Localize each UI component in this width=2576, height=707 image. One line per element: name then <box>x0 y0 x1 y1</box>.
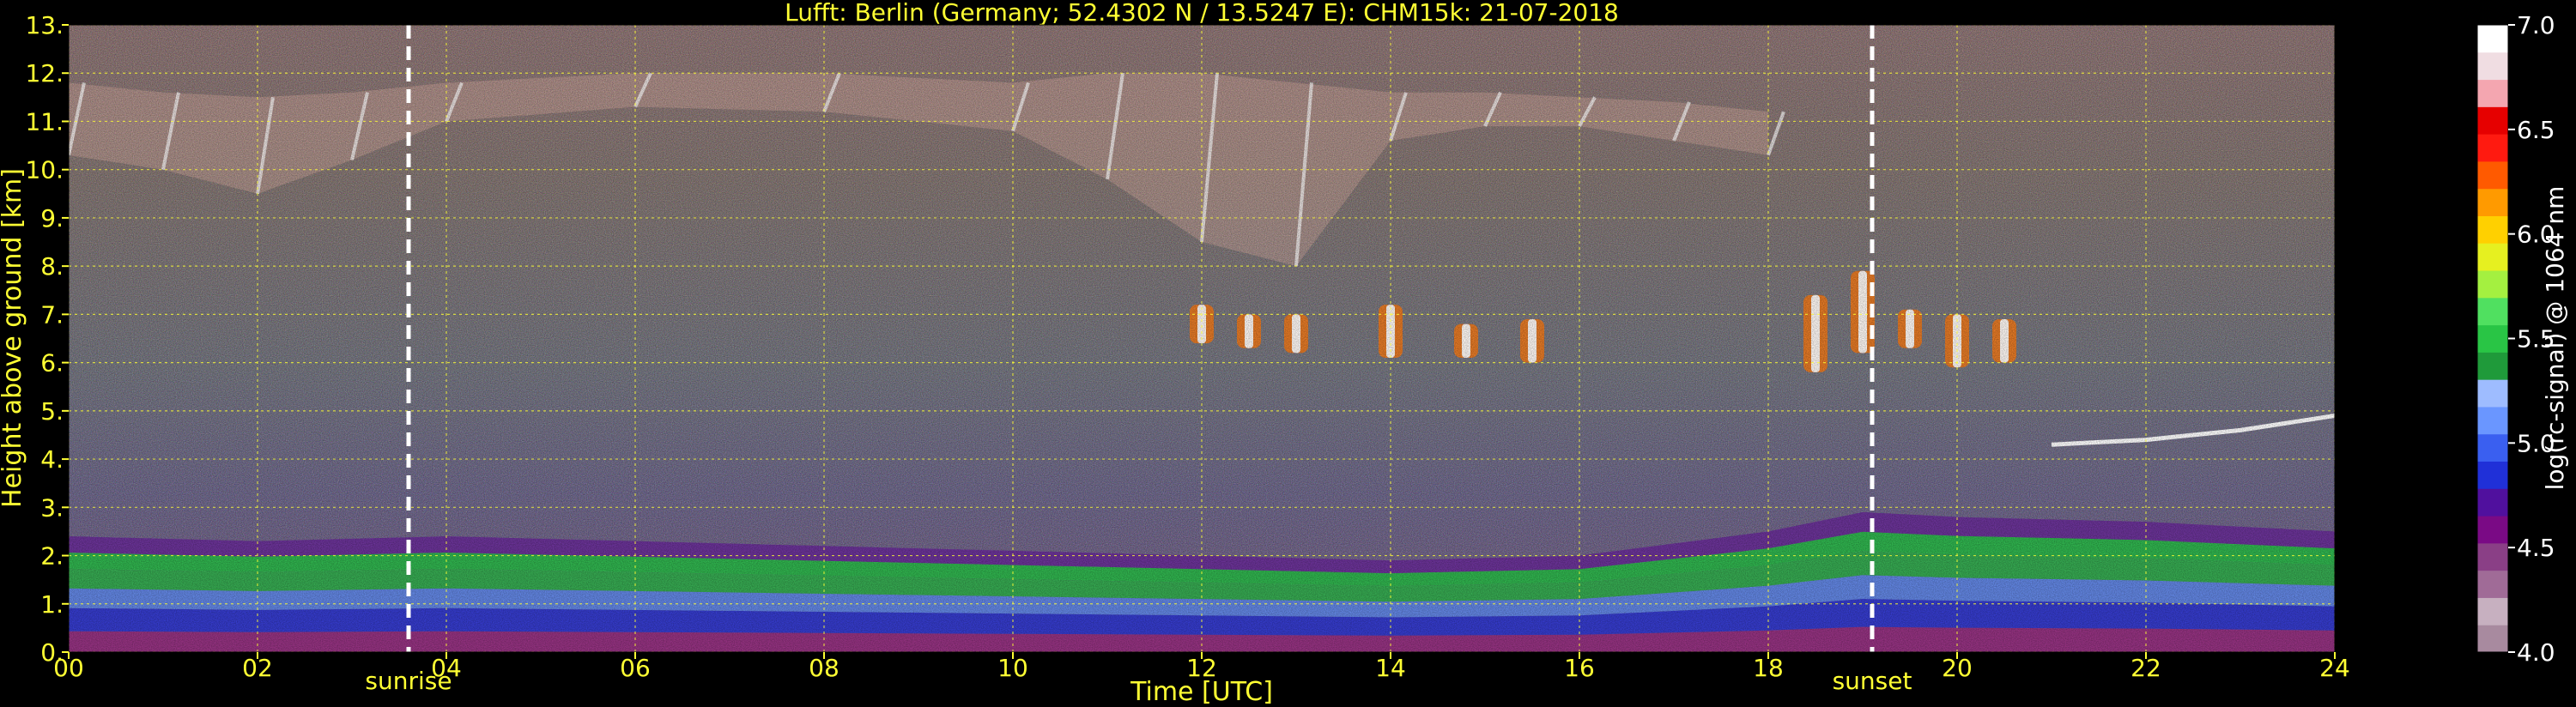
colorbar-segment <box>2477 625 2508 653</box>
colorbar-segment <box>2477 570 2508 598</box>
y-tick-label: 0. <box>40 638 64 667</box>
colorbar-segment <box>2477 134 2508 162</box>
colorbar-segment <box>2477 406 2508 435</box>
colorbar-segment <box>2477 79 2508 107</box>
y-tick-label: 9. <box>40 204 64 233</box>
y-tick-label: 10. <box>25 156 64 184</box>
y-tick-label: 7. <box>40 300 64 329</box>
colorbar-segment <box>2477 542 2508 571</box>
x-tick-label: 20 <box>1942 654 1973 682</box>
colorbar-segment <box>2477 270 2508 299</box>
colorbar-segment <box>2477 352 2508 380</box>
colorbar-segment <box>2477 160 2508 190</box>
y-axis: 0. 1. 2. 3. 4. 5. 6. 7. 8. 9. 10. 11. 12. 13. <box>25 11 69 667</box>
y-tick-label: 8. <box>40 252 64 281</box>
y-tick-label: 5. <box>40 397 64 426</box>
y-tick-label: 3. <box>40 493 64 522</box>
y-tick-label: 12. <box>25 59 64 88</box>
y-tick-label: 13. <box>25 11 64 39</box>
colorbar-segment <box>2477 106 2508 135</box>
x-tick-label: 18 <box>1753 654 1784 682</box>
colorbar-segment <box>2477 297 2508 326</box>
x-tick-label: 22 <box>2131 654 2161 682</box>
colorbar-tick-label: 7.0 <box>2517 11 2555 39</box>
event-label-sunset: sunset <box>1833 667 1912 695</box>
chart-title: Lufft: Berlin (Germany; 52.4302 N / 13.5… <box>785 0 1619 27</box>
x-tick-label: 02 <box>242 654 273 682</box>
colorbar-segment <box>2477 188 2508 216</box>
colorbar-segment <box>2477 324 2508 353</box>
y-tick-label: 2. <box>40 542 64 571</box>
y-tick-label: 11. <box>25 107 64 136</box>
colorbar-segment <box>2477 461 2508 489</box>
colorbar-segment <box>2477 243 2508 271</box>
y-tick-label: 4. <box>40 445 64 474</box>
ceilometer-chart: Lufft: Berlin (Germany; 52.4302 N / 13.5… <box>0 0 2569 707</box>
x-axis-label: Time [UTC] <box>1130 677 1273 707</box>
y-tick-label: 6. <box>40 349 64 378</box>
colorbar-segment <box>2477 516 2508 544</box>
x-tick-label: 10 <box>997 654 1028 682</box>
colorbar-tick-label: 4.0 <box>2517 638 2555 667</box>
colorbar-segment <box>2477 25 2508 53</box>
x-tick-label: 14 <box>1375 654 1406 682</box>
colorbar-tick-label: 6.5 <box>2517 116 2555 144</box>
y-axis-label: Height above ground [km] <box>0 168 27 508</box>
x-tick-label: 08 <box>809 654 839 682</box>
y-tick-label: 1. <box>40 590 64 619</box>
colorbar-segment <box>2477 597 2508 625</box>
colorbar-segment <box>2477 488 2508 517</box>
colorbar-segment <box>2477 51 2508 81</box>
colorbar-segment <box>2477 433 2508 462</box>
x-tick-label: 24 <box>2319 654 2350 682</box>
colorbar-tick-label: 4.5 <box>2517 534 2555 562</box>
colorbar-label: log(rc-signal) @ 1064 nm <box>2541 186 2569 491</box>
x-tick-label: 16 <box>1564 654 1595 682</box>
x-tick-label: 06 <box>620 654 651 682</box>
colorbar-segment <box>2477 379 2508 408</box>
colorbar-segment <box>2477 215 2508 244</box>
event-label-sunrise: sunrise <box>365 667 452 695</box>
